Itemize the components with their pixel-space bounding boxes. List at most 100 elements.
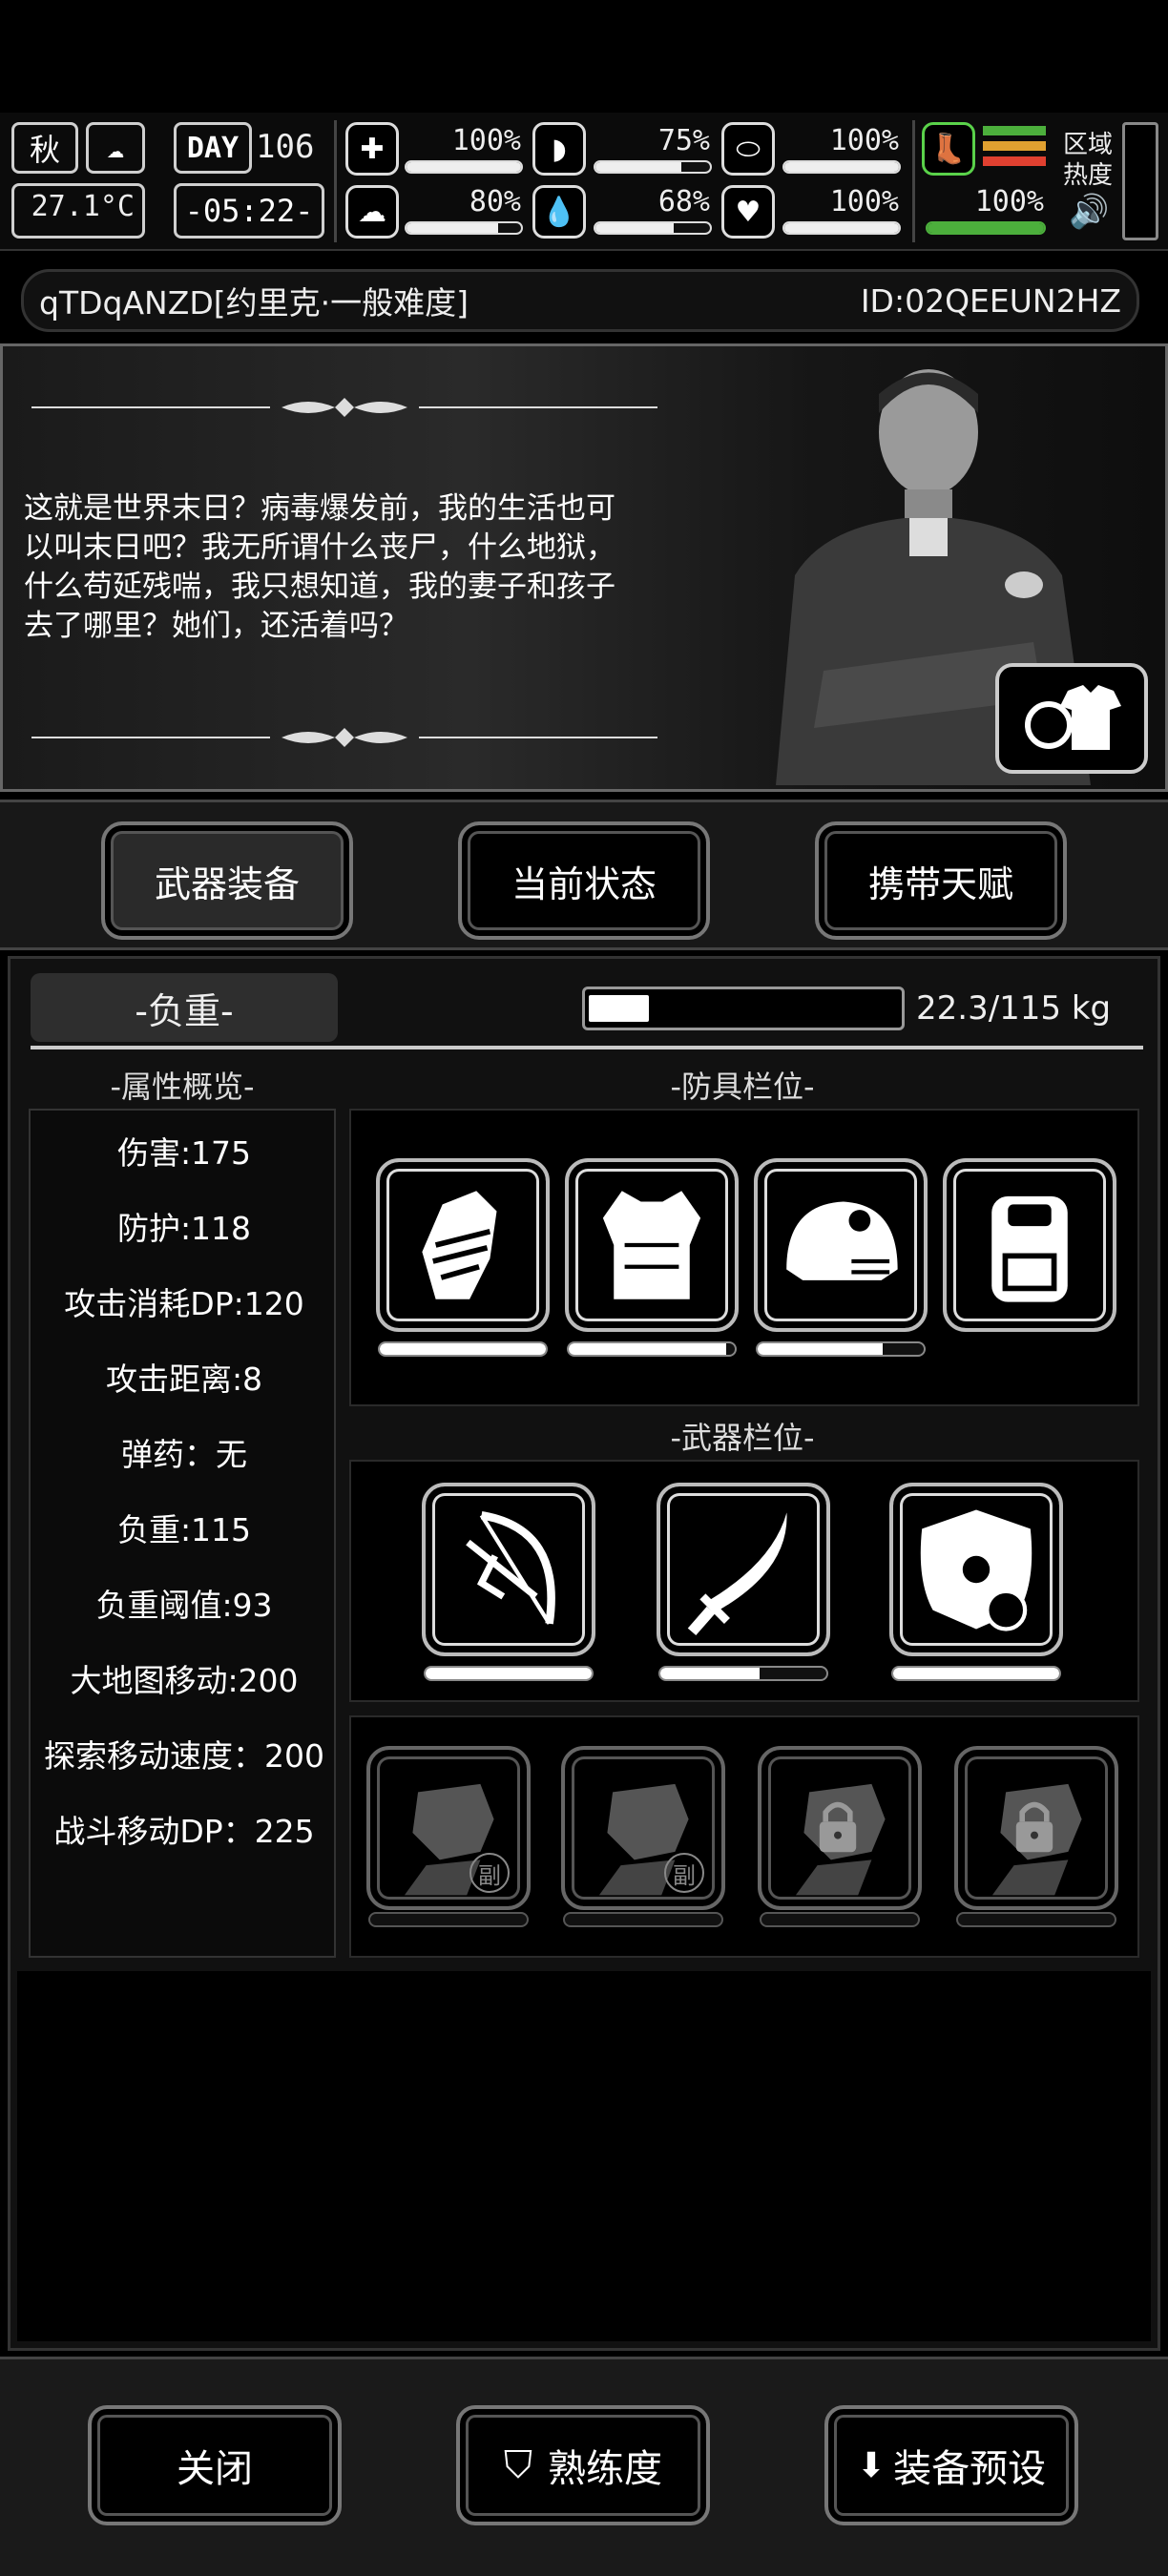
secondary-badge: 副: [469, 1853, 510, 1893]
speed-value: 100%: [974, 185, 1044, 218]
weapon-slot-melee[interactable]: [657, 1483, 830, 1656]
stat-ammo: 弹药：无: [121, 1436, 247, 1473]
speaker-icon[interactable]: 🔊: [1069, 193, 1109, 231]
preset-icon: ⬇: [856, 2445, 886, 2485]
weapon-slot-shield[interactable]: [889, 1483, 1063, 1656]
tab-bar: 武器装备 当前状态 携带天赋: [0, 800, 1168, 950]
player-name-bar: qTDqANZD[约里克·一般难度] ID:02QEEUN2HZ: [21, 269, 1139, 332]
day-counter: 106: [256, 128, 315, 166]
clock-value: -05:22-: [174, 183, 324, 239]
proficiency-button[interactable]: ⛉ 熟练度: [456, 2405, 710, 2525]
mood-value: 100%: [829, 185, 899, 218]
attributes-list: 伤害:175 防护:118 攻击消耗DP:120 攻击距离:8 弹药：无 负重:…: [29, 1109, 336, 1958]
region-heat-label: 区域 热度: [1063, 131, 1114, 190]
outfit-swap-icon: [1025, 685, 1121, 750]
durability-bar: [424, 1666, 594, 1681]
backpack-icon: [991, 1195, 1068, 1302]
bottom-bar: 关闭 ⛉ 熟练度 ⬇ 装备预设: [0, 2357, 1168, 2576]
durability-bar: [563, 1912, 723, 1927]
durability-bar: [368, 1912, 529, 1927]
load-bar: [582, 987, 905, 1030]
health-bar: [405, 160, 523, 174]
change-outfit-button[interactable]: [995, 663, 1148, 774]
thirst-value: 68%: [657, 185, 710, 218]
medkit-icon: ✚: [345, 122, 399, 176]
thirst-bar: [594, 221, 712, 235]
stamina-value: 100%: [829, 124, 899, 157]
crossbow-icon: [466, 1510, 555, 1625]
stat-explore-speed: 探索移动速度：200: [44, 1737, 324, 1775]
character-story-panel: 这就是世界末日？病毒爆发前，我的生活也可以叫末日吧？我无所谓什么丧尸，什么地狱，…: [0, 343, 1168, 792]
stat-damage: 伤害:175: [116, 1134, 252, 1172]
armor-slot-head[interactable]: [754, 1158, 928, 1332]
tab-talents[interactable]: 携带天赋: [815, 821, 1067, 940]
durability-bar: [378, 1341, 548, 1357]
armor-slot-backpack[interactable]: [943, 1158, 1116, 1332]
boot-icon: 👢: [922, 122, 975, 176]
load-value: 22.3/115 kg: [916, 989, 1112, 1028]
armor-slot-gloves[interactable]: [376, 1158, 550, 1332]
player-name: qTDqANZD[约里克·一般难度]: [39, 284, 469, 322]
load-label: -负重-: [31, 973, 338, 1042]
durability-bar: [756, 1341, 926, 1357]
stat-load: 负重:115: [116, 1511, 252, 1548]
durability-bar: [567, 1341, 737, 1357]
day-label: DAY: [174, 122, 252, 174]
weapon-slot-ranged[interactable]: [422, 1483, 595, 1656]
empty-area: [17, 1971, 1151, 2341]
secondary-slot-2[interactable]: 副: [561, 1746, 725, 1910]
lock-icon: [819, 1801, 857, 1853]
sanity-bar: [405, 221, 523, 235]
shield-icon: [920, 1509, 1032, 1631]
inventory-screen: 秋 ☁ 27.1°C DAY 106 -05:22- ✚ 100% ☁ 80% …: [0, 0, 1168, 2576]
weapon-slots-title: -武器栏位-: [670, 1420, 815, 1456]
secondary-slot-1[interactable]: 副: [366, 1746, 531, 1910]
stat-defense: 防护:118: [116, 1210, 252, 1247]
vest-icon: [602, 1191, 701, 1299]
durability-bar: [658, 1666, 828, 1681]
heart-icon: ♥: [721, 185, 775, 239]
stat-load-threshold: 负重阈值:93: [95, 1587, 273, 1624]
divider: [31, 1046, 1143, 1049]
secondary-slot-locked-1[interactable]: [758, 1746, 922, 1910]
hunger-value: 75%: [657, 124, 710, 157]
katana-icon: [687, 1512, 787, 1636]
stomach-icon: ◗: [532, 122, 586, 176]
sanity-value: 80%: [469, 185, 521, 218]
weather-icon: ☁: [86, 122, 145, 174]
proficiency-icon: ⛉: [504, 2443, 532, 2487]
armor-slots-title: -防具栏位-: [670, 1069, 815, 1105]
secondary-slot-locked-2[interactable]: [954, 1746, 1118, 1910]
stat-combat-move: 战斗移动DP：225: [53, 1813, 315, 1850]
player-id: ID:02QEEUN2HZ: [860, 281, 1121, 320]
temperature-value: 27.1°C: [11, 183, 145, 239]
mood-bar: [782, 221, 901, 235]
brain-icon: ☁: [345, 185, 399, 239]
durability-bar: [956, 1912, 1116, 1927]
heat-meter: [1122, 122, 1158, 240]
equipment-preset-button[interactable]: ⬇ 装备预设: [824, 2405, 1078, 2525]
attributes-title: -属性概览-: [110, 1069, 255, 1105]
speed-bar: [926, 221, 1046, 235]
tab-weapons[interactable]: 武器装备: [101, 821, 353, 940]
stat-map-move: 大地图移动:200: [70, 1662, 299, 1699]
ornament-divider: [31, 398, 657, 417]
durability-bar: [891, 1666, 1061, 1681]
ornament-divider: [31, 728, 657, 747]
tab-status[interactable]: 当前状态: [458, 821, 710, 940]
status-hud: 秋 ☁ 27.1°C DAY 106 -05:22- ✚ 100% ☁ 80% …: [0, 113, 1168, 251]
lock-icon: [1015, 1801, 1053, 1853]
stamina-bar: [782, 160, 901, 174]
season-badge: 秋: [11, 122, 78, 174]
stat-attack-range: 攻击距离:8: [105, 1361, 263, 1398]
stat-attack-cost: 攻击消耗DP:120: [64, 1285, 304, 1322]
speed-stripes: [983, 126, 1046, 172]
hunger-bar: [594, 160, 712, 174]
water-drop-icon: 💧: [532, 185, 586, 239]
story-text: 这就是世界末日？病毒爆发前，我的生活也可以叫末日吧？我无所谓什么丧尸，什么地狱，…: [24, 491, 615, 643]
health-value: 100%: [451, 124, 521, 157]
helmet-icon: [786, 1201, 898, 1280]
armor-slot-body[interactable]: [565, 1158, 739, 1332]
close-button[interactable]: 关闭: [88, 2405, 342, 2525]
pill-icon: ⬭: [721, 122, 775, 176]
